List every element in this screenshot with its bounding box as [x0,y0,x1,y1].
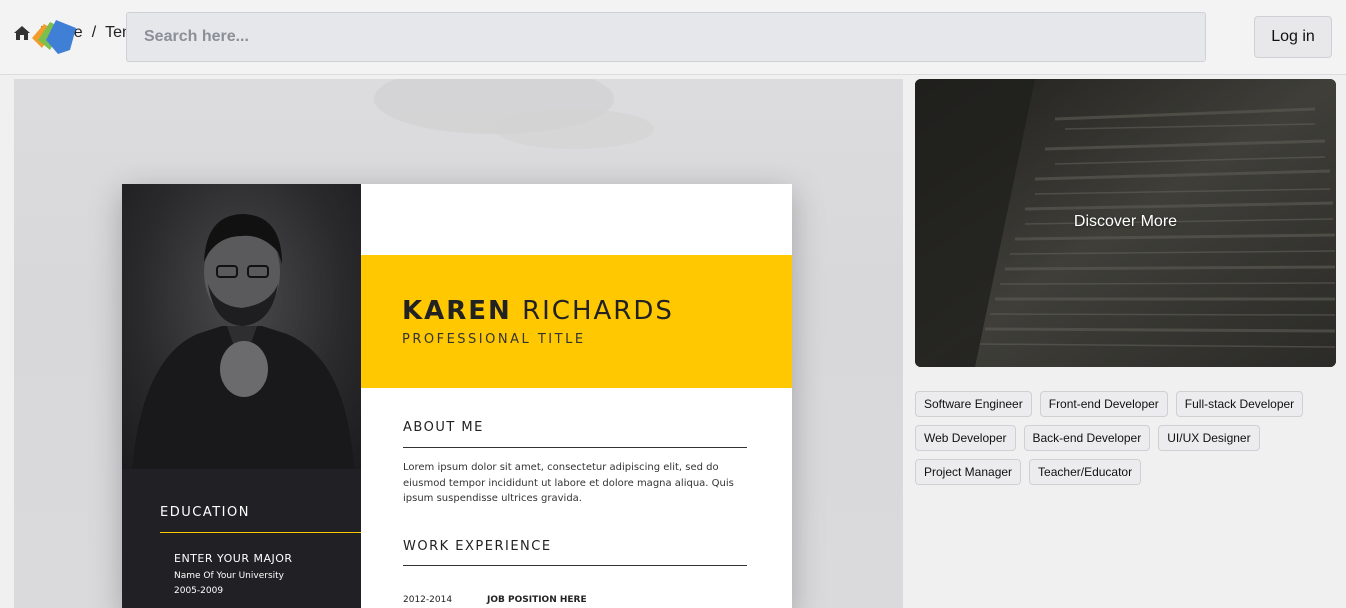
template-preview[interactable]: KAREN RICHARDS PROFESSIONAL TITLE ABOUT … [14,79,903,608]
resume-professional-title: PROFESSIONAL TITLE [402,332,586,347]
tag-project-manager[interactable]: Project Manager [915,459,1022,485]
tag-front-end-developer[interactable]: Front-end Developer [1039,391,1168,417]
resume-about-text: Lorem ipsum dolor sit amet, consectetur … [403,462,734,504]
resume-document: KAREN RICHARDS PROFESSIONAL TITLE ABOUT … [122,184,792,608]
resume-about-rule [403,447,747,448]
tag-back-end-developer[interactable]: Back-end Developer [1023,425,1151,451]
resume-education-heading: EDUCATION [160,505,250,520]
resume-about-heading: ABOUT ME [403,420,484,435]
resume-education-university: Name Of Your University [174,571,284,581]
resume-work-heading: WORK EXPERIENCE [403,539,552,554]
login-button[interactable]: Log in [1254,16,1332,58]
home-icon[interactable] [13,24,31,42]
resume-first-name: KAREN [402,296,512,326]
resume-photo [122,184,361,469]
discover-more-label[interactable]: Discover More [915,213,1336,231]
search-input[interactable] [126,12,1206,62]
background-clouds [374,79,654,149]
breadcrumb-separator: / [91,24,97,41]
category-tags: Software Engineer Front-end Developer Fu… [915,391,1336,485]
discover-more-card[interactable]: Discover More [915,79,1336,367]
resume-work-position: JOB POSITION HERE [487,595,587,605]
app-logo[interactable] [30,16,82,58]
tag-full-stack-developer[interactable]: Full-stack Developer [1175,391,1304,417]
resume-last-name: RICHARDS [522,296,674,326]
resume-education-rule [160,532,361,533]
resume-work-years: 2012-2014 [403,595,453,605]
resume-work-rule [403,565,747,566]
tag-web-developer[interactable]: Web Developer [915,425,1016,451]
resume-education-major: ENTER YOUR MAJOR [174,552,293,565]
top-header: Home / Tem Log in [0,0,1346,75]
resume-name: KAREN RICHARDS [402,296,674,326]
tag-ui-ux-designer[interactable]: UI/UX Designer [1158,425,1260,451]
tag-teacher-educator[interactable]: Teacher/Educator [1029,459,1142,485]
resume-education-years: 2005-2009 [174,586,224,596]
tag-software-engineer[interactable]: Software Engineer [915,391,1032,417]
